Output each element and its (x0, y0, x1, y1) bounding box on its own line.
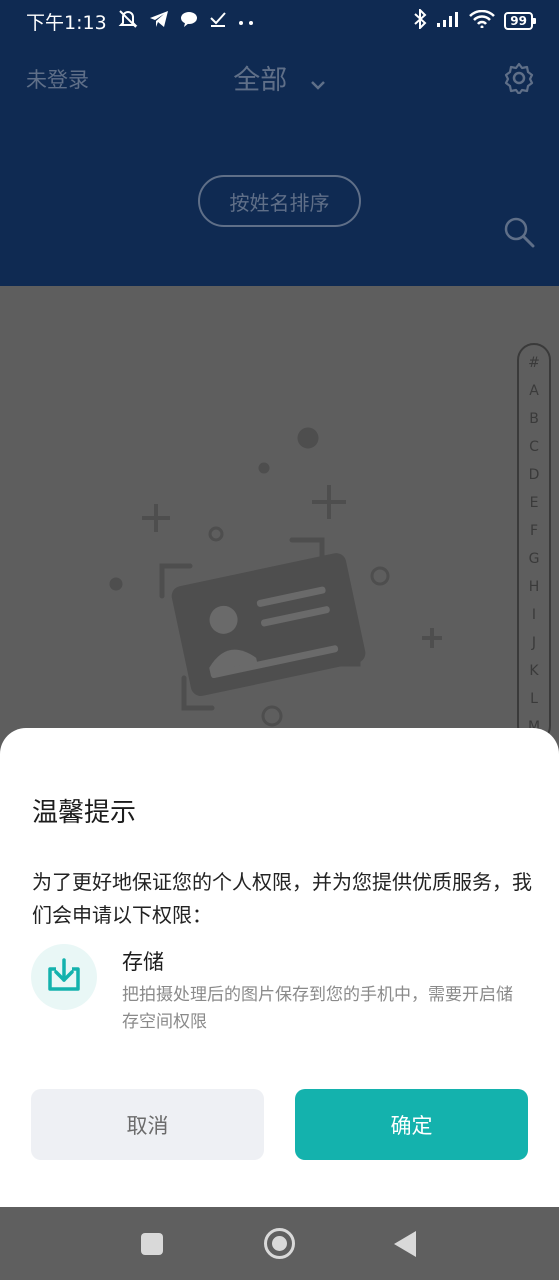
index-letter[interactable]: C (529, 433, 539, 461)
back-icon[interactable] (394, 1231, 416, 1257)
signal-icon (436, 10, 460, 32)
chevron-down-icon (310, 66, 326, 97)
cancel-button[interactable]: 取消 (31, 1089, 264, 1160)
index-letter[interactable]: J (532, 629, 536, 657)
wifi-icon (469, 9, 496, 33)
download-icon (44, 955, 84, 999)
mute-icon (117, 9, 139, 34)
index-letter[interactable]: F (530, 517, 538, 545)
filter-dropdown[interactable]: 全部 (0, 58, 559, 97)
index-letter[interactable]: E (530, 489, 539, 517)
dialog-description: 为了更好地保证您的个人权限，并为您提供优质服务，我们会申请以下权限： (32, 870, 532, 927)
index-letter[interactable]: # (528, 349, 540, 377)
index-letter[interactable]: G (529, 545, 540, 573)
permission-icon-badge (31, 944, 97, 1010)
search-icon[interactable] (503, 216, 535, 248)
permission-name: 存储 (122, 950, 164, 974)
home-icon[interactable] (264, 1228, 295, 1259)
permission-dialog: 温馨提示 为了更好地保证您的个人权限，并为您提供优质服务，我们会申请以下权限： … (0, 728, 559, 1207)
gear-icon[interactable] (503, 62, 535, 96)
index-letter[interactable]: H (529, 573, 540, 601)
status-time: 下午1:13 (26, 11, 107, 34)
index-letter[interactable]: L (530, 685, 538, 713)
filter-title-label: 全部 (233, 65, 288, 96)
check-icon (209, 10, 227, 33)
alphabet-index-bar[interactable]: # A B C D E F G H I J K L M (517, 343, 551, 743)
index-letter[interactable]: K (529, 657, 538, 685)
index-letter[interactable]: I (532, 601, 536, 629)
sort-by-name-button[interactable]: 按姓名排序 (198, 175, 361, 227)
confirm-button[interactable]: 确定 (295, 1089, 528, 1160)
chat-icon (179, 10, 199, 33)
more-dots-icon (237, 10, 255, 32)
permission-description: 把拍摄处理后的图片保存到您的手机中，需要开启储存空间权限 (122, 985, 513, 1032)
recents-icon[interactable] (141, 1233, 163, 1255)
index-letter[interactable]: A (529, 377, 539, 405)
dialog-title: 温馨提示 (32, 798, 137, 828)
battery-icon: 99 (504, 12, 536, 30)
telegram-icon (149, 10, 169, 33)
empty-state-illustration (100, 416, 460, 736)
app-header: 未登录 全部 按姓名排序 (0, 42, 559, 286)
index-letter[interactable]: B (529, 405, 539, 433)
system-nav-bar (0, 1207, 559, 1280)
index-letter[interactable]: D (529, 461, 540, 489)
bluetooth-icon (413, 7, 427, 34)
status-bar: 下午1:13 99 (0, 0, 559, 42)
